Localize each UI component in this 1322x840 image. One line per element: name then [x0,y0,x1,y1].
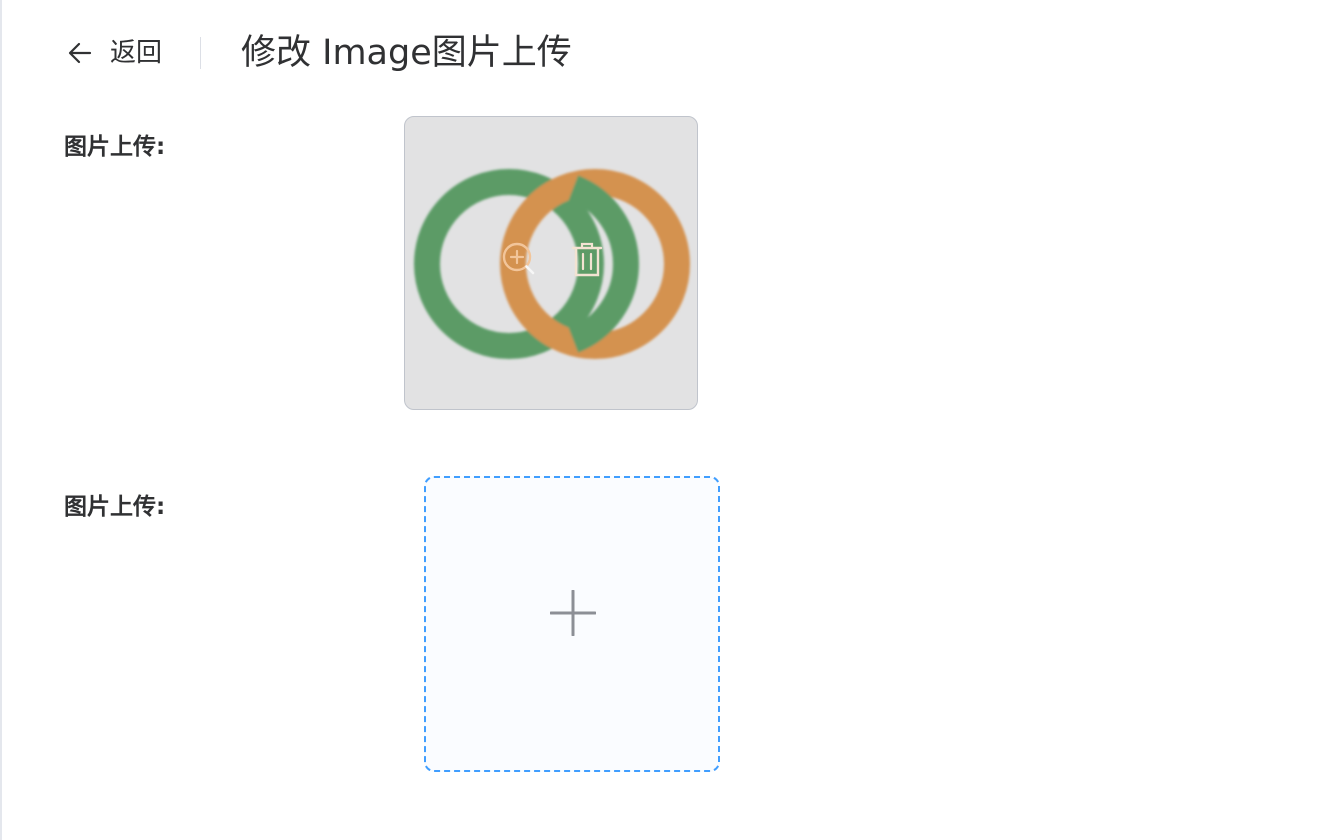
page-header: 返回 修改 Image图片上传 [66,30,572,76]
back-button[interactable]: 返回 [66,39,162,67]
form-label-image-upload-1: 图片上传: [64,134,166,160]
form-label-image-upload-2: 图片上传: [64,494,166,520]
trash-icon[interactable] [567,239,607,279]
plus-icon [550,590,596,636]
page: 返回 修改 Image图片上传 图片上传: 图片上传: [0,0,1322,840]
image-upload-trigger[interactable] [424,476,720,772]
back-label: 返回 [110,38,163,68]
uploaded-image-card[interactable] [404,116,698,410]
card-actions [405,117,697,409]
zoom-in-icon[interactable] [499,239,539,279]
arrow-left-icon [68,42,92,64]
header-divider [200,37,202,69]
page-title: 修改 Image图片上传 [241,33,572,73]
